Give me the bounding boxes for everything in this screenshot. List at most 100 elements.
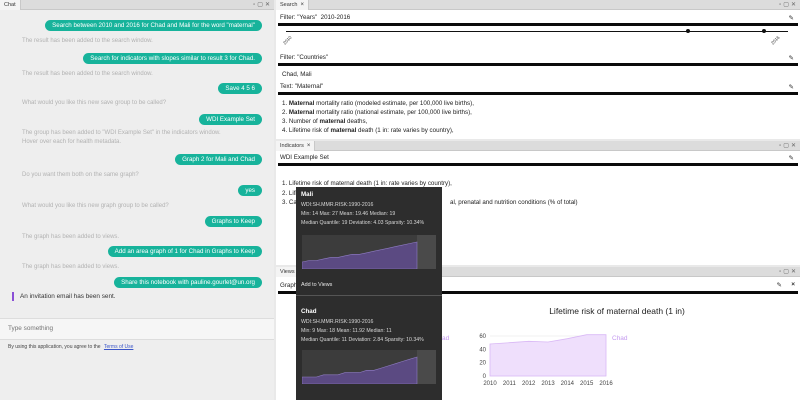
assistant-message: The result has been added to the search …: [22, 71, 153, 77]
tooltip-code: WDI:SH.MMR.RISK:1990-2016: [301, 319, 374, 325]
sparkline-area: [302, 356, 418, 384]
x-tick-label: 2015: [580, 381, 594, 387]
window-controls[interactable]: ▫▢✕: [253, 0, 272, 10]
user-message: Search between 2010 and 2016 for Chad an…: [45, 20, 262, 31]
text-filter-label: Text: "Maternal": [280, 83, 324, 90]
user-message: Share this notebook with pauline.gourlet…: [114, 277, 262, 288]
assistant-message: Do you want them both on the same graph?: [22, 172, 139, 178]
tab-indicators[interactable]: Indicators ×: [276, 141, 316, 151]
tab-views-label: Views: [280, 269, 295, 275]
close-icon[interactable]: ×: [300, 2, 304, 8]
indicator-tooltip: Mali WDI:SH.MMR.RISK:1990-2016 Min: 14 M…: [296, 187, 442, 400]
edit-icon[interactable]: ✎: [789, 83, 794, 91]
divider: [278, 23, 798, 26]
tab-search[interactable]: Search ×: [276, 0, 309, 10]
search-result[interactable]: 2. Maternal mortality ratio (national es…: [282, 109, 472, 116]
sparkline-mali: [302, 235, 436, 269]
x-tick-label: 2011: [503, 381, 517, 387]
graph-group-label: Graph: [280, 282, 298, 289]
terms-link[interactable]: Terms of Use: [104, 344, 133, 350]
add-to-views-button[interactable]: Add to Views: [301, 282, 332, 288]
divider: [278, 63, 798, 66]
tooltip-title-chad: Chad: [301, 308, 317, 315]
x-tick-label: 2010: [483, 381, 497, 387]
search-tabbar: Search × ▫▢✕: [276, 0, 800, 10]
legend-fragment: ad: [442, 335, 450, 342]
user-message: yes: [238, 185, 262, 196]
tab-chat[interactable]: Chat: [0, 0, 21, 10]
edit-icon[interactable]: ✎: [777, 281, 782, 289]
area-series-chad: [489, 334, 607, 377]
tooltip-stats: Min: 9 Max: 18 Mean: 11.92 Median: 11: [301, 328, 392, 334]
indicator-item-tail: al, prenatal and nutrition conditions (%…: [450, 199, 578, 206]
indicators-tabbar: Indicators × ▫▢✕: [276, 141, 800, 151]
edit-icon[interactable]: ✎: [789, 14, 794, 22]
slider-handle[interactable]: [762, 29, 766, 33]
close-icon[interactable]: ×: [307, 143, 311, 149]
indicator-item[interactable]: 1. Lifetime risk of maternal death (1 in…: [282, 180, 452, 187]
years-filter-label: Filter: "Years" 2010-2016: [280, 14, 350, 21]
y-tick-label: 40: [479, 347, 486, 353]
indicator-item[interactable]: 2. Lifi: [282, 190, 297, 197]
slider-handle[interactable]: [686, 29, 690, 33]
user-message: WDI Example Set: [199, 114, 262, 125]
tab-chat-label: Chat: [4, 2, 16, 8]
divider: [278, 163, 798, 166]
invite-marker: [12, 292, 14, 301]
assistant-message: Hover over each for health metadata.: [22, 139, 122, 145]
search-pane: Search × ▫▢✕ Filter: "Years" 2010-2016 ✎ …: [276, 0, 800, 139]
invite-notice: An invitation email has been sent.: [20, 293, 116, 300]
slider-max-label: 2016: [770, 34, 781, 46]
tooltip-stats: Min: 14 Max: 27 Mean: 19.46 Median: 19: [301, 211, 396, 217]
countries-value: Chad, Mali: [282, 71, 312, 78]
close-graph-icon[interactable]: ×: [791, 281, 795, 288]
chat-input[interactable]: [8, 325, 258, 332]
y-tick-label: 0: [483, 374, 487, 380]
edit-icon[interactable]: ✎: [789, 154, 794, 162]
tab-indicators-label: Indicators: [280, 143, 304, 149]
terms-notice: By using this application, you agree to …: [8, 344, 133, 350]
window-controls[interactable]: ▫▢✕: [779, 267, 798, 277]
sparkline-chad: [302, 350, 436, 384]
legend-chad: Chad: [612, 335, 628, 342]
indicator-item[interactable]: 3. Ca: [282, 199, 297, 206]
indicator-set-name: WDI Example Set: [280, 154, 329, 161]
user-message: Graphs to Keep: [204, 216, 262, 227]
terms-prefix: By using this application, you agree to …: [8, 344, 101, 350]
tab-search-label: Search: [280, 2, 298, 8]
countries-filter-label: Filter: "Countries": [280, 54, 329, 61]
chat-input-area: [0, 318, 274, 340]
x-tick-label: 2013: [541, 381, 555, 387]
year-slider[interactable]: [286, 31, 788, 32]
user-message: Search for indicators with slopes simila…: [83, 53, 262, 64]
window-controls[interactable]: ▫▢✕: [779, 0, 798, 10]
assistant-message: What would you like this new save group …: [22, 100, 167, 106]
y-tick-label: 20: [479, 361, 486, 367]
divider: [278, 92, 798, 95]
years-filter-key: Filter: "Years": [280, 14, 318, 21]
window-controls[interactable]: ▫▢✕: [779, 141, 798, 151]
years-filter-value: 2010-2016: [320, 14, 351, 21]
search-result[interactable]: 3. Number of maternal deaths,: [282, 118, 367, 125]
tooltip-stats: Median Quantile: 11 Deviation: 2.84 Spar…: [301, 337, 424, 343]
tooltip-title-mali: Mali: [301, 191, 314, 198]
chart-svg: 0 20 40 60 2010 2011 2012 2013 2014 2015 2016 Chad a…: [442, 334, 628, 387]
assistant-message: What would you like this new graph group…: [22, 203, 169, 209]
search-result[interactable]: 1. Maternal mortality ratio (modeled est…: [282, 100, 474, 107]
assistant-message: The graph has been added to views.: [22, 234, 120, 240]
assistant-message: The result has been added to the search …: [22, 38, 153, 44]
slider-min-label: 2010: [282, 34, 293, 46]
edit-icon[interactable]: ✎: [789, 54, 794, 62]
y-tick-label: 60: [479, 334, 486, 340]
chat-pane: Chat ▫▢✕ Search between 2010 and 2016 fo…: [0, 0, 274, 400]
user-message: Save 4 5 6: [218, 83, 262, 94]
x-tick-label: 2014: [561, 381, 575, 387]
search-result[interactable]: 4. Lifetime risk of maternal death (1 in…: [282, 127, 454, 134]
assistant-message: The graph has been added to views.: [22, 264, 120, 270]
chart: Lifetime risk of maternal death (1 in) 0…: [442, 296, 792, 396]
tooltip-divider: [296, 295, 442, 296]
tooltip-stats: Median Quantile: 19 Deviation: 4.03 Spar…: [301, 220, 425, 226]
assistant-message: The group has been added to "WDI Example…: [22, 130, 221, 136]
user-message: Add an area graph of 1 for Chad in Graph…: [107, 246, 262, 257]
x-tick-label: 2012: [522, 381, 536, 387]
